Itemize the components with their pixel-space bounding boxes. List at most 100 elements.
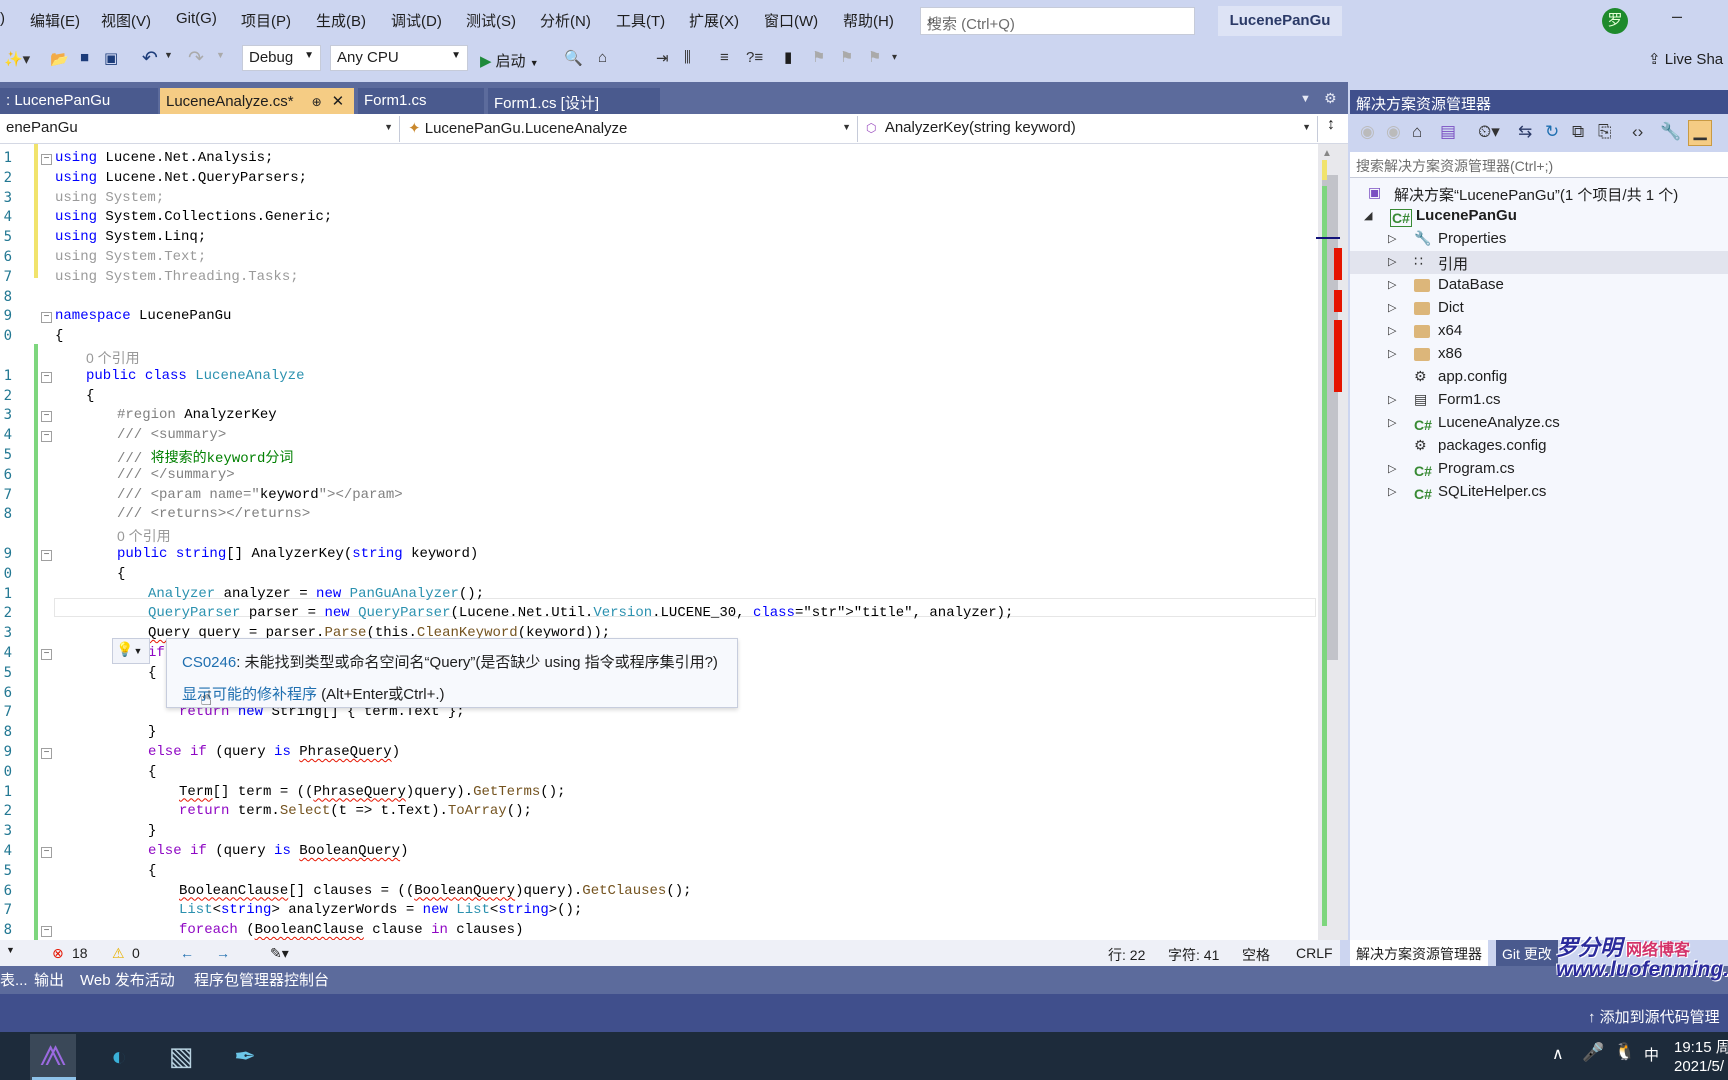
indent-mode[interactable]: 空格	[1242, 945, 1270, 965]
code-line[interactable]: /// <returns></returns>	[117, 506, 310, 522]
switch-views-icon[interactable]: ▤	[1440, 122, 1456, 142]
collapsed-arrow-icon[interactable]: ▷	[1388, 416, 1396, 429]
forward-icon[interactable]: ◉	[1386, 122, 1401, 142]
code-line[interactable]: 0 个引用	[117, 526, 171, 546]
code-line[interactable]: using Lucene.Net.QueryParsers;	[55, 170, 307, 186]
tree-item[interactable]: ▷ Dict	[1350, 297, 1728, 320]
pin-icon[interactable]: ⊕	[312, 95, 322, 109]
code-line[interactable]: using System.Text;	[55, 249, 206, 265]
type-dropdown[interactable]: ✦ LucenePanGu.LuceneAnalyze ▼	[402, 116, 858, 142]
scroll-up-icon[interactable]: ▲	[1322, 148, 1332, 159]
collapsed-arrow-icon[interactable]: ▷	[1388, 485, 1396, 498]
platform-select[interactable]: Any CPU ▼	[330, 45, 468, 71]
microphone-icon[interactable]: 🎤	[1582, 1042, 1604, 1063]
code-line[interactable]: }	[148, 724, 156, 740]
tree-item[interactable]: ▷ C# Program.cs	[1350, 458, 1728, 481]
menu-item-file-partial[interactable]: )	[0, 10, 5, 27]
collapsed-arrow-icon[interactable]: ▷	[1388, 462, 1396, 475]
menu-git[interactable]: Git(G)	[176, 10, 217, 27]
undo-icon[interactable]: ↶	[142, 47, 158, 70]
tree-item[interactable]: ▷ x86	[1350, 343, 1728, 366]
fold-toggle-icon[interactable]: −	[41, 371, 52, 383]
redo-dropdown-icon[interactable]: ▼	[216, 50, 225, 60]
minimize-button[interactable]: –	[1672, 6, 1682, 27]
tree-item[interactable]: ⚙ app.config	[1350, 366, 1728, 389]
split-editor-button[interactable]: ↕	[1320, 116, 1342, 142]
browser-link-icon[interactable]: ⌂	[598, 49, 607, 66]
tree-item[interactable]: ⚙ packages.config	[1350, 435, 1728, 458]
collapse-all-icon[interactable]: ⧉	[1572, 122, 1584, 142]
prev-bookmark-icon[interactable]: ⚑	[812, 48, 825, 66]
bookmark-icon[interactable]: ▮	[784, 48, 792, 66]
code-line[interactable]: using Lucene.Net.Analysis;	[55, 150, 273, 166]
avatar[interactable]: 罗	[1602, 8, 1628, 34]
save-all-icon[interactable]: ▣	[104, 49, 118, 67]
tab-list-dropdown-icon[interactable]: ▼	[1300, 93, 1311, 105]
fold-toggle-icon[interactable]: −	[41, 649, 52, 660]
tab-luceneanalyze[interactable]: LuceneAnalyze.cs* ⊕ ✕	[160, 88, 354, 114]
configuration-select[interactable]: Debug ▼	[242, 45, 321, 71]
tree-item[interactable]: ▷ C# SQLiteHelper.cs	[1350, 481, 1728, 504]
tree-item[interactable]: ▷ ▤ Form1.cs	[1350, 389, 1728, 412]
save-icon[interactable]: ■	[80, 49, 89, 66]
project-dropdown[interactable]: enePanGu ▼	[0, 116, 400, 142]
menu-test[interactable]: 测试(S)	[466, 10, 516, 31]
code-line[interactable]: if	[148, 645, 165, 661]
code-line[interactable]: }	[148, 823, 156, 839]
code-line[interactable]: /// <param name="keyword"></param>	[117, 487, 403, 503]
sync-icon[interactable]: ⇆	[1518, 122, 1532, 142]
code-line[interactable]: QueryParser parser = new QueryParser(Luc…	[148, 605, 1013, 621]
fold-toggle-icon[interactable]: −	[41, 926, 52, 938]
code-line[interactable]: BooleanClause[] clauses = ((BooleanQuery…	[179, 883, 692, 899]
tab-solution-explorer[interactable]: 解决方案资源管理器	[1350, 940, 1488, 966]
find-in-files-icon[interactable]: 🔍	[564, 49, 583, 67]
zoom-dropdown-icon[interactable]: ▼	[6, 945, 15, 955]
split-icon[interactable]: ⫼	[684, 49, 691, 66]
code-line[interactable]: {	[55, 328, 63, 344]
warning-icon[interactable]: ⚠	[112, 945, 125, 962]
nav-forward-icon[interactable]: →	[216, 945, 230, 961]
undo-dropdown-icon[interactable]: ▼	[164, 50, 173, 60]
new-project-icon[interactable]: ✨▾	[4, 50, 30, 68]
show-all-files-icon[interactable]: ⎘	[1598, 122, 1612, 142]
menu-project[interactable]: 项目(P)	[241, 10, 291, 31]
tab-package-manager-console[interactable]: 程序包管理器控制台	[194, 969, 329, 990]
code-line[interactable]: public string[] AnalyzerKey(string keywo…	[117, 546, 478, 562]
code-line[interactable]: else if (query is PhraseQuery)	[148, 744, 400, 760]
tab-form1-design[interactable]: Form1.cs [设计]	[488, 88, 660, 114]
pending-changes-icon[interactable]: ⏲▾	[1478, 122, 1500, 142]
lightbulb-button[interactable]: 💡▼	[112, 638, 150, 664]
tree-item[interactable]: ▷ ∷ 引用	[1350, 251, 1728, 274]
next-bookmark-icon[interactable]: ⚑	[840, 48, 853, 66]
qq-icon[interactable]: 🐧	[1614, 1042, 1635, 1062]
collapsed-arrow-icon[interactable]: ▷	[1388, 278, 1396, 291]
code-line[interactable]: return term.Select(t => t.Text).ToArray(…	[179, 803, 532, 819]
menu-view[interactable]: 视图(V)	[101, 10, 151, 31]
tab-project[interactable]: : LucenePanGu	[0, 88, 158, 114]
nav-back-icon[interactable]: ←	[180, 945, 194, 961]
error-icon[interactable]: ⊗	[52, 945, 64, 962]
brush-icon[interactable]: ✎▾	[270, 945, 289, 962]
tree-item[interactable]: ▷ 🔧 Properties	[1350, 228, 1728, 251]
tab-form1[interactable]: Form1.cs	[358, 88, 484, 114]
menu-help[interactable]: 帮助(H)	[843, 10, 894, 31]
code-line[interactable]: namespace LucenePanGu	[55, 308, 231, 324]
collapsed-arrow-icon[interactable]: ▷	[1388, 232, 1396, 245]
add-to-source-control-button[interactable]: ↑ 添加到源代码管理	[1588, 1006, 1720, 1027]
solution-search-input[interactable]: 搜索解决方案资源管理器(Ctrl+;)	[1350, 152, 1728, 178]
code-line[interactable]: using System.Linq;	[55, 229, 206, 245]
step-icon[interactable]: ⇥	[656, 49, 669, 67]
fold-toggle-icon[interactable]: −	[41, 431, 52, 443]
collapsed-arrow-icon[interactable]: ▷	[1388, 301, 1396, 314]
code-line[interactable]: {	[148, 764, 156, 780]
code-line[interactable]: {	[86, 388, 94, 404]
code-line[interactable]: List<string> analyzerWords = new List<st…	[179, 902, 582, 918]
code-line[interactable]: {	[148, 665, 156, 681]
tab-output[interactable]: 输出	[34, 969, 64, 990]
error-count[interactable]: 18	[72, 945, 88, 961]
refresh-icon[interactable]: ↻	[1545, 122, 1559, 142]
live-share-button[interactable]: ⇪ Live Sha	[1648, 50, 1723, 68]
line-ending[interactable]: CRLF	[1296, 945, 1333, 961]
tab-web-publish[interactable]: Web 发布活动	[80, 969, 175, 990]
tab-error-list[interactable]: 表...	[0, 969, 28, 990]
